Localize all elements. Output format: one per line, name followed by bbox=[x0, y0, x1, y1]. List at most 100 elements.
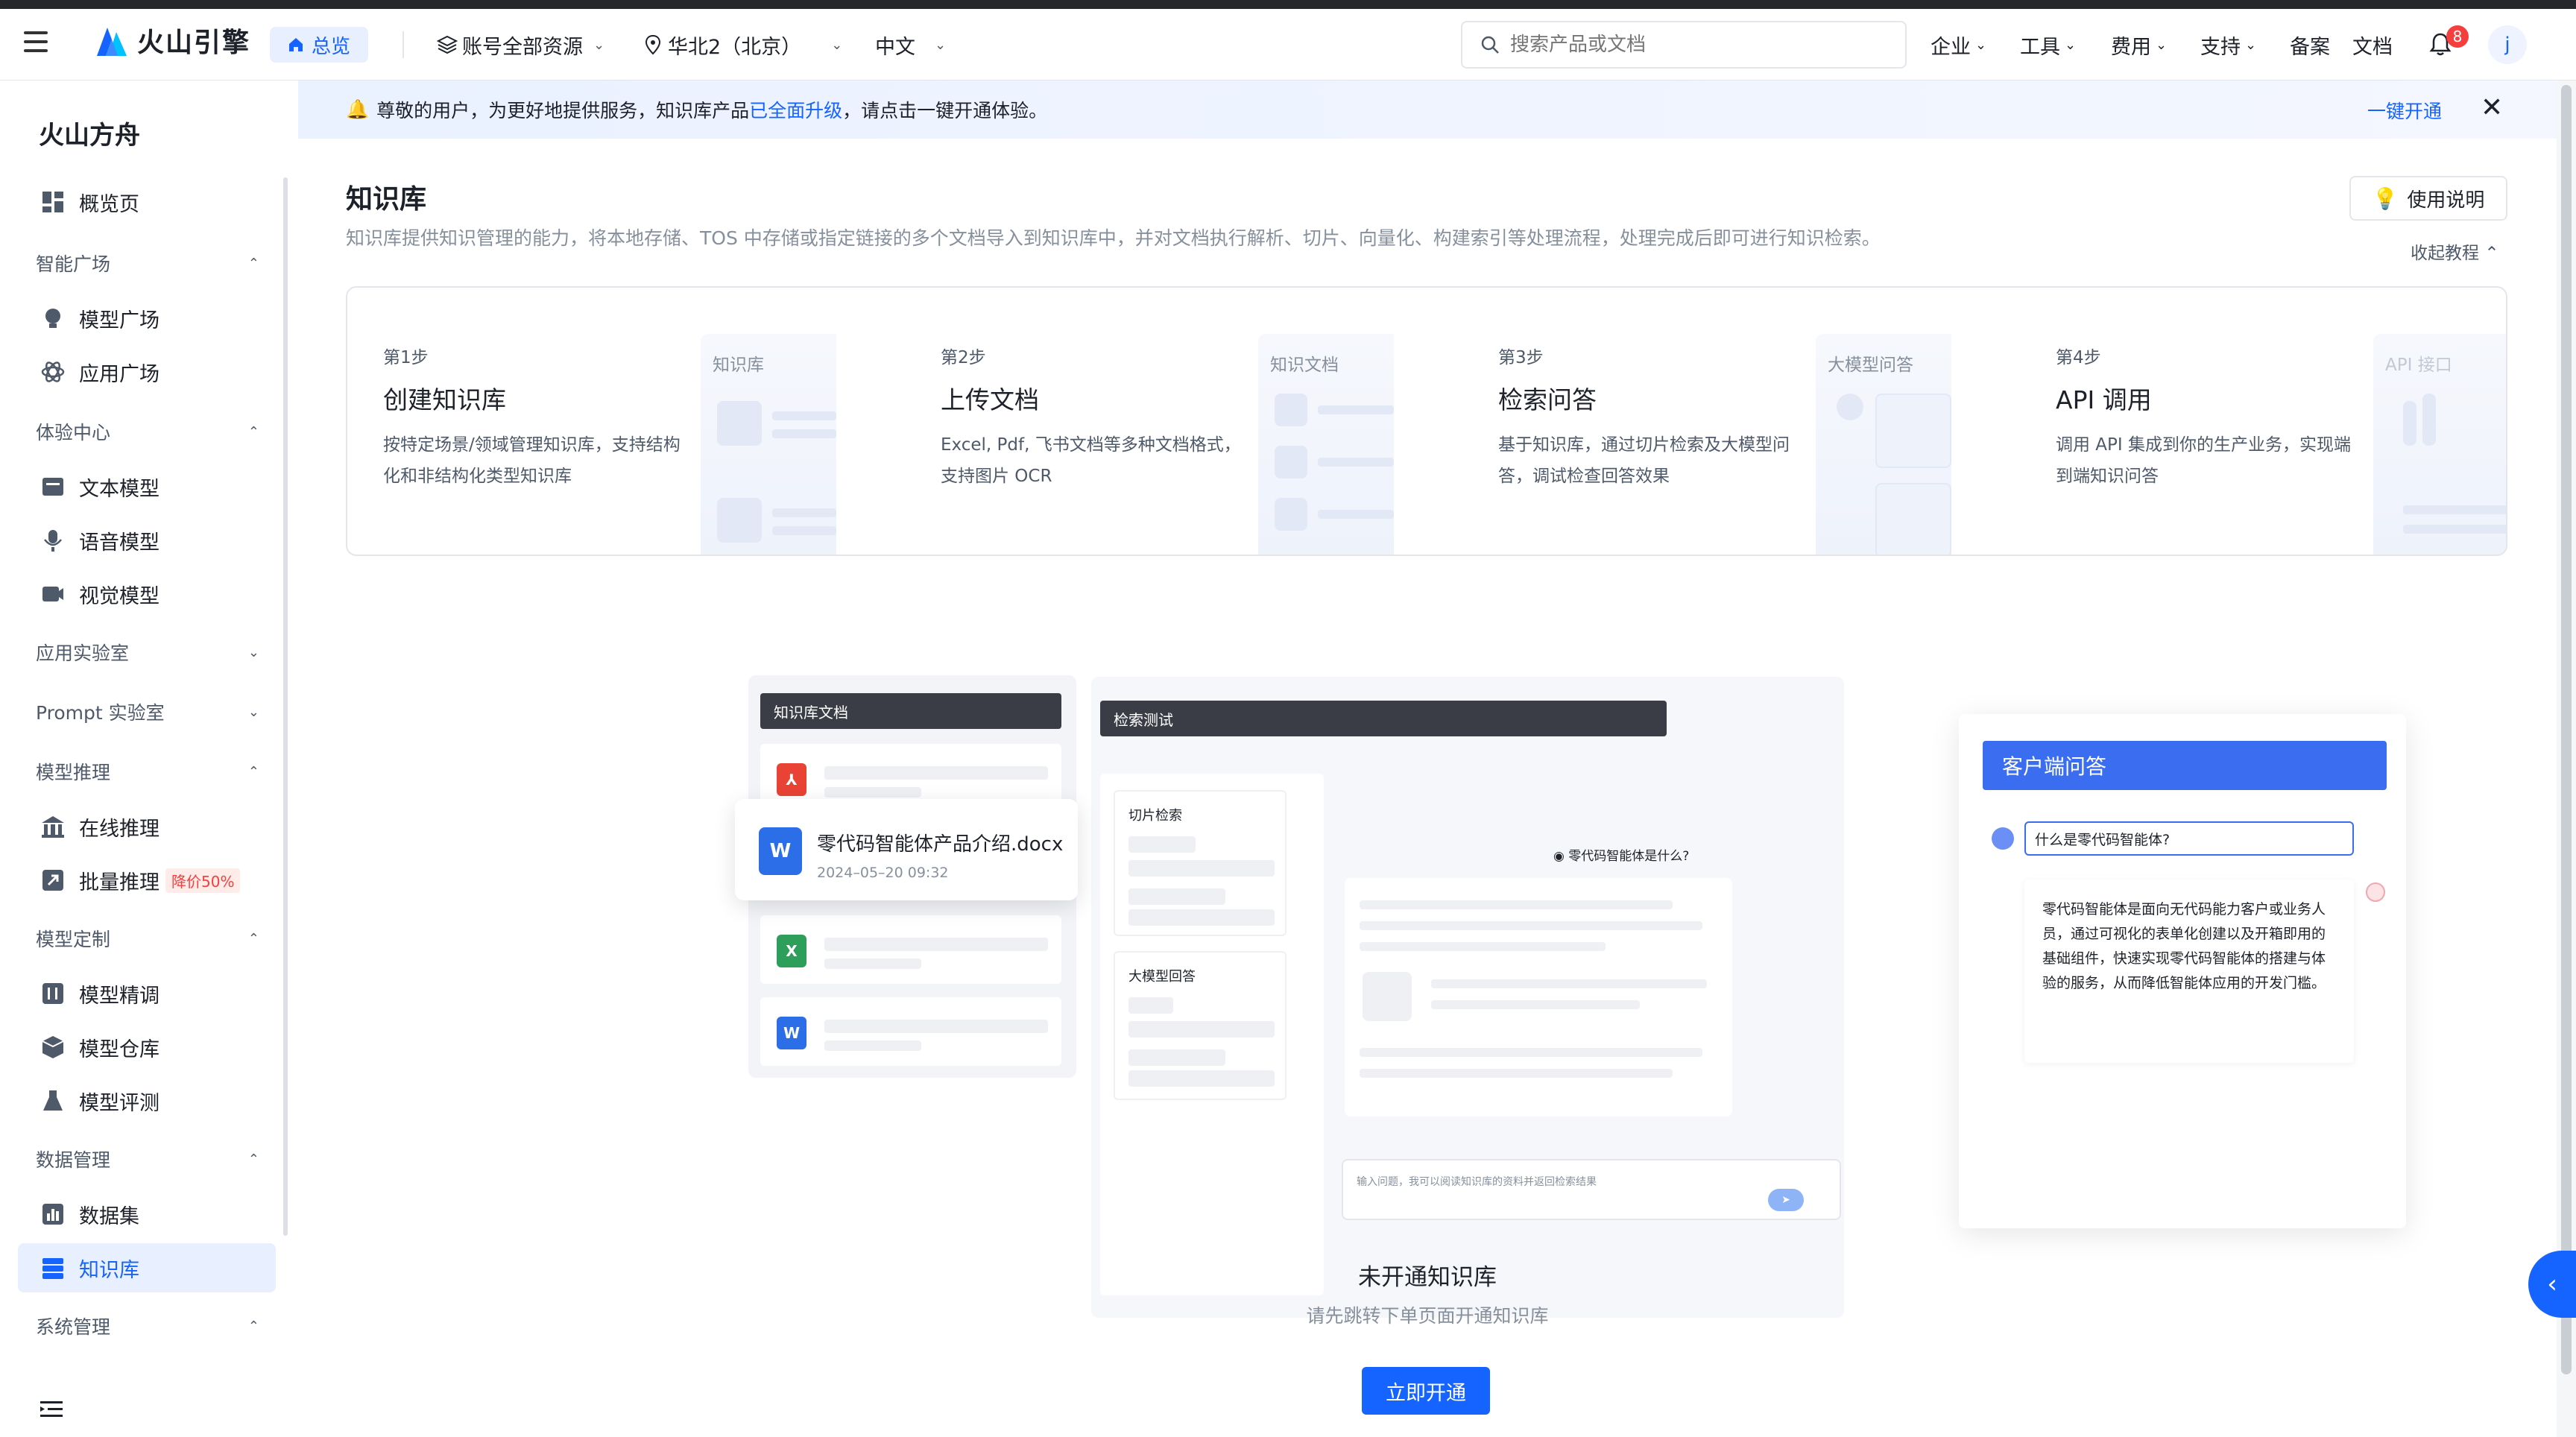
sidebar-item-model-square[interactable]: 模型广场 bbox=[18, 294, 276, 343]
sidebar-item-fine-tune[interactable]: 模型精调 bbox=[18, 969, 276, 1018]
placeholder-line bbox=[824, 1040, 921, 1051]
slice-search-label: 切片检索 bbox=[1128, 808, 1182, 824]
placeholder-line bbox=[772, 429, 836, 438]
nav-enterprise[interactable]: 企业 ⌄ bbox=[1931, 27, 1986, 63]
step-number: 第2步 bbox=[941, 348, 986, 367]
sidebar: 火山方舟 概览页 智能广场 ⌃ 模型广场 应用广场 体验中心 ⌃ 文本模型 语音模型… bbox=[0, 80, 298, 1437]
page-scrollbar[interactable] bbox=[2557, 80, 2576, 1437]
sidebar-group-prompt-lab[interactable]: Prompt 实验室 ⌄ bbox=[36, 693, 259, 730]
nav-support-label: 支持 bbox=[2200, 35, 2241, 59]
dashboard-icon bbox=[42, 192, 63, 212]
cube-icon bbox=[42, 1036, 64, 1058]
llm-answer-label: 大模型回答 bbox=[1128, 969, 1196, 985]
placeholder-line bbox=[1318, 510, 1394, 519]
notice-banner: 🔔 尊敬的用户，为更好地提供服务，知识库产品 已全面升级 ，请点击一键开通体验。 bbox=[298, 80, 2557, 139]
menu-icon[interactable] bbox=[24, 31, 48, 54]
video-icon bbox=[42, 587, 63, 601]
sidebar-group-system[interactable]: 系统管理 ⌃ bbox=[36, 1307, 259, 1345]
file-date: 2024–05–20 09:32 bbox=[817, 865, 949, 881]
home-icon bbox=[289, 38, 303, 51]
nav-billing[interactable]: 费用 ⌄ bbox=[2111, 27, 2167, 63]
collapse-tutorial-toggle[interactable]: 收起教程 ⌃ bbox=[2411, 239, 2499, 264]
step-card: 第1步 创建知识库 按特定场景/领域管理知识库，支持结构化和非结构化类型知识库 … bbox=[347, 288, 888, 555]
placeholder-line bbox=[1128, 1049, 1225, 1066]
sidebar-group-square[interactable]: 智能广场 ⌃ bbox=[36, 244, 259, 282]
sidebar-item-app-square[interactable]: 应用广场 bbox=[18, 347, 276, 397]
nav-enterprise-label: 企业 bbox=[1931, 35, 1971, 59]
sidebar-scrollbar[interactable] bbox=[283, 177, 288, 1236]
step-title: 检索问答 bbox=[1498, 385, 1597, 414]
chat-bubble bbox=[1875, 483, 1951, 555]
sidebar-item-text-model[interactable]: 文本模型 bbox=[18, 462, 276, 511]
chevron-up-icon: ⌃ bbox=[247, 1318, 259, 1334]
bar-chart-icon bbox=[42, 1204, 63, 1225]
usage-guide-label: 使用说明 bbox=[2407, 189, 2485, 212]
scrollbar-thumb[interactable] bbox=[2561, 85, 2572, 1374]
sidebar-item-label: 数据集 bbox=[79, 1204, 139, 1228]
sidebar-item-knowledge-base[interactable]: 知识库 bbox=[18, 1243, 276, 1292]
step-title: API 调用 bbox=[2056, 385, 2152, 414]
overview-chip[interactable]: 总览 bbox=[270, 27, 369, 63]
search-box[interactable] bbox=[1461, 21, 1907, 69]
step-card: 第3步 检索问答 基于知识库，通过切片检索及大模型问答，调试检查回答效果 大模型… bbox=[1462, 288, 2003, 555]
sidebar-item-dataset[interactable]: 数据集 bbox=[18, 1190, 276, 1239]
location-icon bbox=[645, 34, 661, 55]
sidebar-group-label: 数据管理 bbox=[36, 1149, 111, 1171]
placeholder-line bbox=[1128, 860, 1275, 877]
step-number: 第4步 bbox=[2056, 348, 2101, 367]
sidebar-item-label: 概览页 bbox=[79, 192, 139, 216]
close-icon[interactable]: ✕ bbox=[2481, 92, 2503, 123]
sidebar-group-data[interactable]: 数据管理 ⌃ bbox=[36, 1140, 259, 1178]
user-avatar[interactable]: j bbox=[2488, 25, 2527, 64]
chevron-down-icon: ⌄ bbox=[2156, 37, 2168, 53]
bulb-icon bbox=[45, 309, 60, 328]
word-icon: W bbox=[777, 1017, 806, 1049]
step-illustration: 大模型问答 bbox=[1816, 334, 1951, 555]
usage-guide-button[interactable]: 💡 使用说明 bbox=[2349, 176, 2507, 221]
main-content: 🔔 尊敬的用户，为更好地提供服务，知识库产品 已全面升级 ，请点击一键开通体验。… bbox=[298, 80, 2557, 1437]
step-description: 基于知识库，通过切片检索及大模型问答，调试检查回答效果 bbox=[1498, 435, 1790, 486]
nav-support[interactable]: 支持 ⌄ bbox=[2200, 27, 2256, 63]
file-name: 零代码智能体产品介绍.docx bbox=[817, 833, 1064, 856]
sidebar-group-customize[interactable]: 模型定制 ⌃ bbox=[36, 920, 259, 957]
query-text: 零代码智能体是什么? bbox=[1568, 849, 1690, 864]
chevron-up-icon: ⌃ bbox=[2484, 244, 2499, 263]
sidebar-item-model-repo[interactable]: 模型仓库 bbox=[18, 1023, 276, 1072]
one-click-open-link[interactable]: 一键开通 bbox=[2367, 97, 2442, 124]
brand-logo[interactable]: 火山引擎 bbox=[94, 21, 250, 60]
sidebar-group-app-lab[interactable]: 应用实验室 ⌄ bbox=[36, 634, 259, 671]
word-icon: W bbox=[759, 827, 802, 875]
placeholder-line bbox=[1431, 979, 1707, 988]
placeholder-line bbox=[1128, 836, 1196, 853]
slice-search-card: 切片检索 bbox=[1114, 790, 1287, 936]
open-now-button[interactable]: 立即开通 bbox=[1362, 1367, 1490, 1415]
placeholder-line bbox=[1128, 997, 1173, 1014]
file-icon bbox=[1275, 394, 1307, 426]
language-dropdown[interactable]: 中文 ⌄ bbox=[875, 27, 946, 63]
sidebar-item-overview[interactable]: 概览页 bbox=[18, 177, 276, 227]
flask-icon bbox=[43, 1090, 63, 1111]
chevron-down-icon: ⌄ bbox=[831, 37, 843, 53]
search-input[interactable] bbox=[1510, 34, 1883, 56]
region-dropdown[interactable]: 华北2（北京） ⌄ bbox=[644, 27, 842, 63]
placeholder-line bbox=[1360, 900, 1673, 909]
nav-filing[interactable]: 备案 bbox=[2290, 27, 2330, 63]
sidebar-item-online-inference[interactable]: 在线推理 bbox=[18, 802, 276, 851]
empty-state-title: 未开通知识库 bbox=[1358, 1264, 1497, 1291]
sidebar-item-vision-model[interactable]: 视觉模型 bbox=[18, 569, 276, 619]
search-test-illustration: 检索测试 切片检索 大模型回答 ◉ 零代码智能体是什么? bbox=[1091, 677, 1844, 1318]
text-model-icon bbox=[42, 478, 63, 496]
sidebar-group-experience[interactable]: 体验中心 ⌃ bbox=[36, 413, 259, 450]
sidebar-group-label: 模型定制 bbox=[36, 929, 111, 950]
sidebar-item-model-eval[interactable]: 模型评测 bbox=[18, 1076, 276, 1125]
collapse-sidebar-icon[interactable] bbox=[40, 1400, 63, 1419]
notice-link[interactable]: 已全面升级 bbox=[749, 96, 842, 123]
sidebar-item-batch-inference[interactable]: 批量推理 降价50% bbox=[18, 856, 276, 905]
sidebar-item-label: 视觉模型 bbox=[79, 584, 160, 608]
nav-tools[interactable]: 工具 ⌄ bbox=[2020, 27, 2076, 63]
sidebar-group-inference[interactable]: 模型推理 ⌃ bbox=[36, 753, 259, 790]
placeholder-line bbox=[1360, 921, 1702, 930]
account-scope-dropdown[interactable]: 账号全部资源 ⌄ bbox=[437, 27, 604, 63]
sidebar-item-voice-model[interactable]: 语音模型 bbox=[18, 516, 276, 565]
nav-docs[interactable]: 文档 bbox=[2352, 27, 2393, 63]
